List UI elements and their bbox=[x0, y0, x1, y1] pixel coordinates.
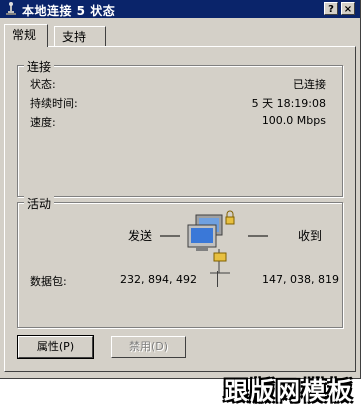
packets-divider bbox=[217, 271, 218, 287]
status-value: 已连接 bbox=[293, 78, 326, 91]
connection-group: 连接 状态: 已连接 持续时间: 5 天 18:19:08 速度: 100.0 … bbox=[17, 58, 343, 197]
packets-received-value: 147, 038, 819 bbox=[262, 273, 339, 286]
tab-general[interactable]: 常规 bbox=[4, 24, 48, 47]
status-label: 状态: bbox=[30, 78, 56, 91]
tab-panel: 连接 状态: 已连接 持续时间: 5 天 18:19:08 速度: 100.0 … bbox=[4, 46, 356, 372]
tab-support[interactable]: 支持 bbox=[54, 26, 106, 46]
duration-label: 持续时间: bbox=[30, 97, 78, 110]
window-title: 本地连接 5 状态 bbox=[22, 4, 116, 18]
title-bar[interactable]: 本地连接 5 状态 ? × bbox=[0, 0, 360, 18]
sent-label: 发送 bbox=[128, 229, 153, 243]
speed-label: 速度: bbox=[30, 116, 56, 129]
received-label: 收到 bbox=[298, 229, 323, 243]
properties-button[interactable]: 属性(P) bbox=[17, 335, 94, 359]
watermark-text: 跟版网模板 bbox=[224, 377, 354, 405]
packets-label: 数据包: bbox=[30, 275, 67, 288]
duration-value: 5 天 18:19:08 bbox=[251, 97, 326, 110]
close-button[interactable]: × bbox=[341, 2, 355, 15]
speed-value: 100.0 Mbps bbox=[261, 114, 326, 127]
packets-sent-value: 232, 894, 492 bbox=[120, 273, 197, 286]
connection-group-title: 连接 bbox=[24, 58, 55, 75]
activity-group-title: 活动 bbox=[24, 195, 55, 212]
help-button[interactable]: ? bbox=[324, 2, 338, 15]
activity-group: 活动 发送 收到 数据包: 232, 894, 492 147, 038, 81… bbox=[17, 195, 343, 328]
status-dialog: 本地连接 5 状态 ? × 常规 支持 连接 状态: 已连接 持续时间: 5 天… bbox=[0, 0, 361, 379]
network-connection-icon bbox=[6, 2, 16, 15]
disable-button[interactable]: 禁用(D) bbox=[111, 336, 186, 358]
